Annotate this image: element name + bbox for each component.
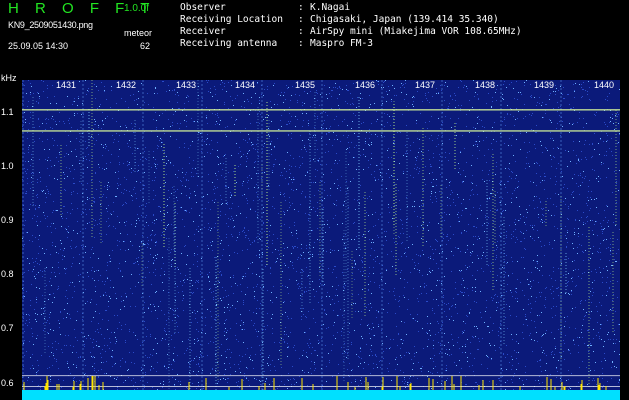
info-row-receiver: Receiver : AirSpy mini (Miakejima VOR 10… (180, 26, 522, 38)
waterfall-plot (22, 80, 620, 400)
noise-floor-band (22, 390, 620, 400)
info-label: Receiving antenna (180, 38, 278, 49)
info-separator: : (298, 26, 304, 37)
info-row-location: Receiving Location : Chigasaki, Japan (1… (180, 14, 522, 26)
info-value: K.Nagai (310, 2, 351, 13)
info-label: Observer (180, 2, 226, 13)
info-value: AirSpy mini (Miakejima VOR 108.65MHz) (310, 26, 522, 37)
x-tick-label: 1431 (55, 80, 78, 91)
info-value: Chigasaki, Japan (139.414 35.340) (310, 14, 499, 25)
info-row-observer: Observer : K.Nagai (180, 2, 522, 14)
y-tick-label: 1.0 (1, 160, 14, 171)
x-tick-label: 1439 (533, 80, 556, 91)
x-tick-label: 1437 (414, 80, 437, 91)
version-label: 1.0.0f (124, 3, 150, 14)
y-axis-unit: kHz (1, 73, 17, 83)
x-tick-label: 1438 (474, 80, 497, 91)
y-tick-label: 0.8 (1, 269, 14, 280)
info-separator: : (298, 2, 304, 13)
waterfall-spectrogram (22, 80, 620, 400)
meteor-count: 62 (140, 41, 151, 51)
y-tick-label: 0.9 (1, 215, 14, 226)
x-tick-label: 1435 (294, 80, 317, 91)
info-value: Maspro FM-3 (310, 38, 373, 49)
x-tick-label: 1433 (175, 80, 198, 91)
station-info: Observer : K.Nagai Receiving Location : … (180, 2, 522, 50)
y-tick-label: 0.7 (1, 323, 14, 334)
info-label: Receiving Location (180, 14, 283, 25)
x-tick-label: 1436 (354, 80, 377, 91)
x-tick-label: 1434 (234, 80, 257, 91)
x-tick-label: 1432 (115, 80, 138, 91)
info-label: Receiver (180, 26, 226, 37)
y-tick-label: 0.6 (1, 377, 14, 388)
y-tick-label: 1.1 (1, 106, 14, 117)
info-separator: : (298, 38, 304, 49)
info-row-antenna: Receiving antenna : Maspro FM-3 (180, 38, 522, 50)
x-tick-label: 1440 (593, 80, 616, 91)
filename-label: KN9_2509051430.png (8, 20, 93, 30)
noise-speckle-bright (22, 80, 620, 400)
info-separator: : (298, 14, 304, 25)
datetime-label: 25.09.05 14:30 (8, 41, 69, 51)
meteor-label: meteor (124, 28, 153, 38)
